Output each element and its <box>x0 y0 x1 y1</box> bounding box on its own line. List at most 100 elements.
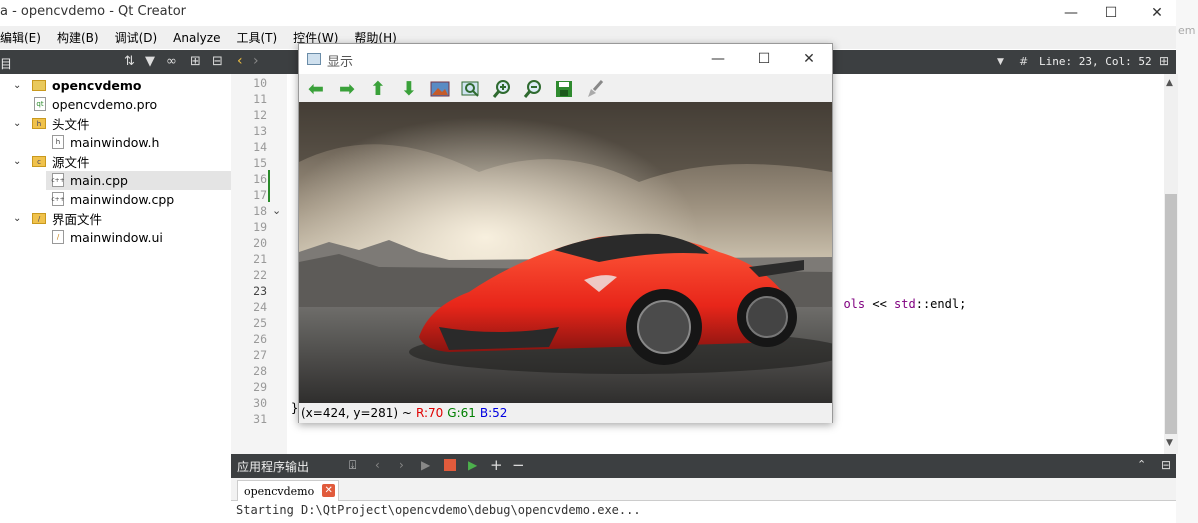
split-icon[interactable]: ⊞ <box>190 54 201 69</box>
zoom-fit-glyph <box>461 81 479 97</box>
close-panel-icon[interactable]: ⊟ <box>1161 458 1171 472</box>
stop-icon[interactable] <box>444 459 456 471</box>
pixel-red-value: R:70 <box>415 406 444 420</box>
scroll-up-icon[interactable]: ▲ <box>1166 78 1173 88</box>
link-icon[interactable]: ∞ <box>166 54 177 69</box>
image-icon[interactable] <box>429 78 451 100</box>
run-icon[interactable]: ▶ <box>421 458 430 472</box>
minimize-icon: — <box>711 51 725 67</box>
code-token: ::endl; <box>915 297 967 311</box>
tree-item-sources[interactable]: ⌄ c 源文件 <box>0 152 231 171</box>
brush-glyph <box>588 80 604 97</box>
close-panel-icon[interactable]: ⊟ <box>212 54 223 69</box>
output-panel-label: 应用程序输出 <box>237 460 310 474</box>
tree-item-main-cpp[interactable]: c++ main.cpp <box>46 171 231 190</box>
image-canvas[interactable] <box>299 102 832 403</box>
split-icon[interactable]: ⊞ <box>1159 54 1169 68</box>
menu-build[interactable]: 构建(B) <box>49 29 107 46</box>
chevron-down-icon[interactable]: ⌄ <box>13 213 21 224</box>
image-icon-glyph <box>430 81 450 97</box>
menu-analyze[interactable]: Analyze <box>165 31 228 45</box>
tree-item-label: mainwindow.cpp <box>70 192 175 207</box>
output-text: Starting D:\QtProject\opencvdemo\debug\o… <box>231 501 1176 523</box>
zoom-in-icon[interactable]: + <box>490 456 503 474</box>
app-icon <box>307 53 321 65</box>
chevron-down-icon[interactable]: ⌄ <box>13 156 21 167</box>
hash-icon: # <box>1019 55 1029 68</box>
menu-debug[interactable]: 调试(D) <box>107 29 166 46</box>
prev-icon[interactable]: ‹ <box>375 458 380 472</box>
chevron-down-icon[interactable]: ▼ <box>997 57 1004 67</box>
forward-arrow-icon[interactable]: ➡ <box>336 78 358 100</box>
cpp-file-icon: c++ <box>51 173 65 187</box>
chevron-down-icon[interactable]: ⌄ <box>13 80 21 91</box>
tree-item-mainwindow-h[interactable]: h mainwindow.h <box>0 133 231 152</box>
folder-icon: c <box>32 156 46 167</box>
close-button[interactable]: ✕ <box>1134 0 1180 26</box>
up-arrow-icon[interactable]: ⬆ <box>367 78 389 100</box>
line-number: 12 <box>253 108 267 122</box>
chevron-down-icon[interactable]: ⌄ <box>13 118 21 129</box>
tree-item-headers[interactable]: ⌄ h 头文件 <box>0 114 231 133</box>
forward-icon[interactable]: › <box>253 53 259 69</box>
down-arrow-icon[interactable]: ⬇ <box>398 78 420 100</box>
line-number: 29 <box>253 380 267 394</box>
scroll-down-icon[interactable]: ▼ <box>1166 438 1173 448</box>
filter-icon[interactable]: ▼ <box>145 54 155 69</box>
tree-item-mainwindow-cpp[interactable]: c++ mainwindow.cpp <box>0 190 231 209</box>
menu-tools[interactable]: 工具(T) <box>228 29 285 46</box>
line-number: 26 <box>253 332 267 346</box>
tree-item-opencvdemo[interactable]: ⌄ opencvdemo <box>0 76 231 95</box>
rear-rim <box>746 296 788 338</box>
debug-run-icon[interactable]: ▶ <box>468 458 477 472</box>
maximize-icon: ☐ <box>1104 5 1118 21</box>
menu-edit[interactable]: 编辑(E) <box>0 29 49 46</box>
cpp-file-icon: c++ <box>51 192 65 206</box>
zoom-out-icon[interactable]: − <box>512 456 525 474</box>
maximize-button[interactable]: ☐ <box>1088 0 1134 26</box>
folder-icon: / <box>32 213 46 224</box>
line-number: 25 <box>253 316 267 330</box>
project-panel-label: 项目 <box>0 57 13 71</box>
background-window-strip: em <box>1176 0 1198 523</box>
chevron-up-icon[interactable]: ⌃ <box>1137 458 1146 471</box>
tree-item-pro-file[interactable]: qt opencvdemo.pro <box>0 95 231 114</box>
line-number: 23 <box>253 284 267 298</box>
back-arrow-icon[interactable]: ⬅ <box>305 78 327 100</box>
next-icon[interactable]: › <box>399 458 404 472</box>
line-number: 14 <box>253 140 267 154</box>
brush-icon[interactable] <box>584 78 606 100</box>
window-title: a - opencvdemo - Qt Creator <box>0 4 186 19</box>
tree-item-mainwindow-ui[interactable]: / mainwindow.ui <box>0 228 231 247</box>
pixel-coordinates: (x=424, y=281) ~ <box>301 406 412 420</box>
output-tab-opencvdemo[interactable]: opencvdemo ✕ <box>237 480 340 501</box>
output-tab-label: opencvdemo <box>244 484 315 498</box>
line-number: 28 <box>253 364 267 378</box>
zoom-in-icon[interactable] <box>491 78 513 100</box>
close-icon[interactable]: ✕ <box>322 484 336 497</box>
cursor-position: Line: 23, Col: 52 <box>1039 55 1152 68</box>
header-file-icon: h <box>52 135 64 149</box>
fold-chevron-icon[interactable]: ⌄ <box>272 204 281 217</box>
line-number: 15 <box>253 156 267 170</box>
output-line: Starting D:\QtProject\opencvdemo\debug\o… <box>236 503 641 517</box>
maximize-button[interactable]: ☐ <box>741 44 787 74</box>
output-panel-header: 应用程序输出 ⍗ ‹ › ▶ ▶ + − ⌃ ⊟ <box>231 454 1176 478</box>
project-tree: ⌄ opencvdemo qt opencvdemo.pro ⌄ h 头文件 h… <box>0 74 231 523</box>
line-number: 31 <box>253 412 267 426</box>
sort-icon[interactable]: ⇅ <box>124 54 135 69</box>
tree-item-label: opencvdemo.pro <box>52 97 158 112</box>
close-button[interactable]: ✕ <box>786 44 832 74</box>
minimize-button[interactable]: — <box>695 44 741 74</box>
project-icon <box>32 80 46 91</box>
tree-item-label: opencvdemo <box>52 78 142 93</box>
zoom-out-icon[interactable] <box>522 78 544 100</box>
zoom-in-glyph <box>492 80 510 98</box>
scrollbar-thumb[interactable] <box>1165 194 1177 434</box>
tree-item-forms[interactable]: ⌄ / 界面文件 <box>0 209 231 228</box>
attach-icon[interactable]: ⍗ <box>349 458 356 473</box>
close-icon: ✕ <box>803 51 815 67</box>
zoom-fit-icon[interactable] <box>460 78 482 100</box>
back-icon[interactable]: ‹ <box>237 53 243 69</box>
save-icon[interactable] <box>553 78 575 100</box>
